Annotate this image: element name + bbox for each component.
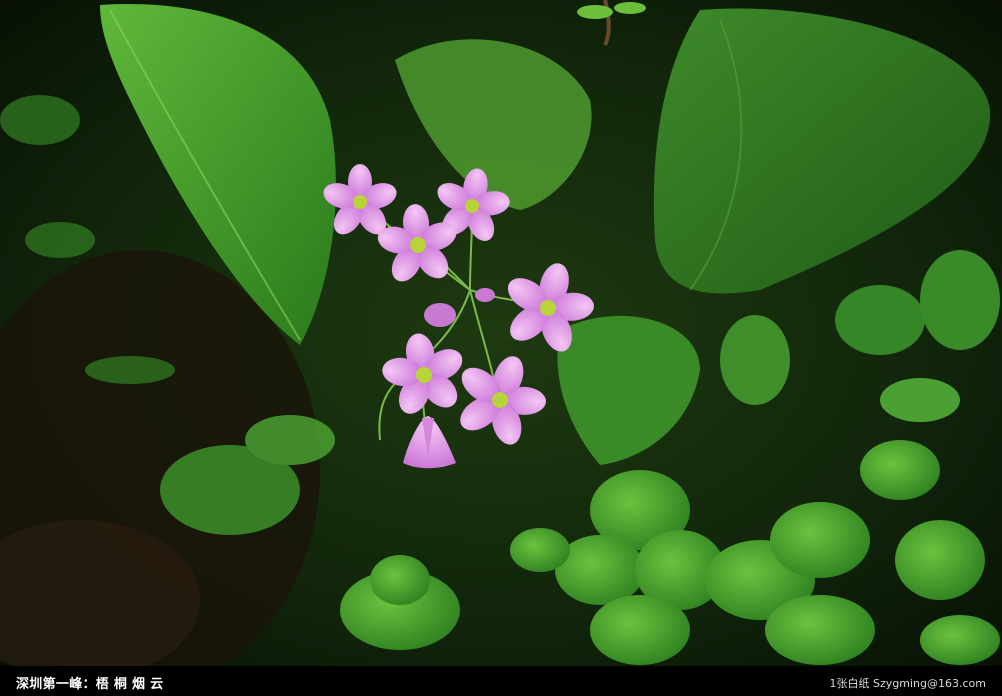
flower-bud <box>424 303 456 327</box>
photo-illustration <box>0 0 1002 666</box>
photo-credit: 1张白纸 Szygming@163.com <box>829 677 986 690</box>
photo-pink-wood-sorrel-flowers <box>0 0 1002 666</box>
photo-frame: 深圳第一峰：梧 桐 烟 云 1张白纸 Szygming@163.com <box>0 0 1002 696</box>
caption-bar: 深圳第一峰：梧 桐 烟 云 1张白纸 Szygming@163.com <box>0 666 1002 696</box>
photo-title: 深圳第一峰：梧 桐 烟 云 <box>16 677 164 692</box>
